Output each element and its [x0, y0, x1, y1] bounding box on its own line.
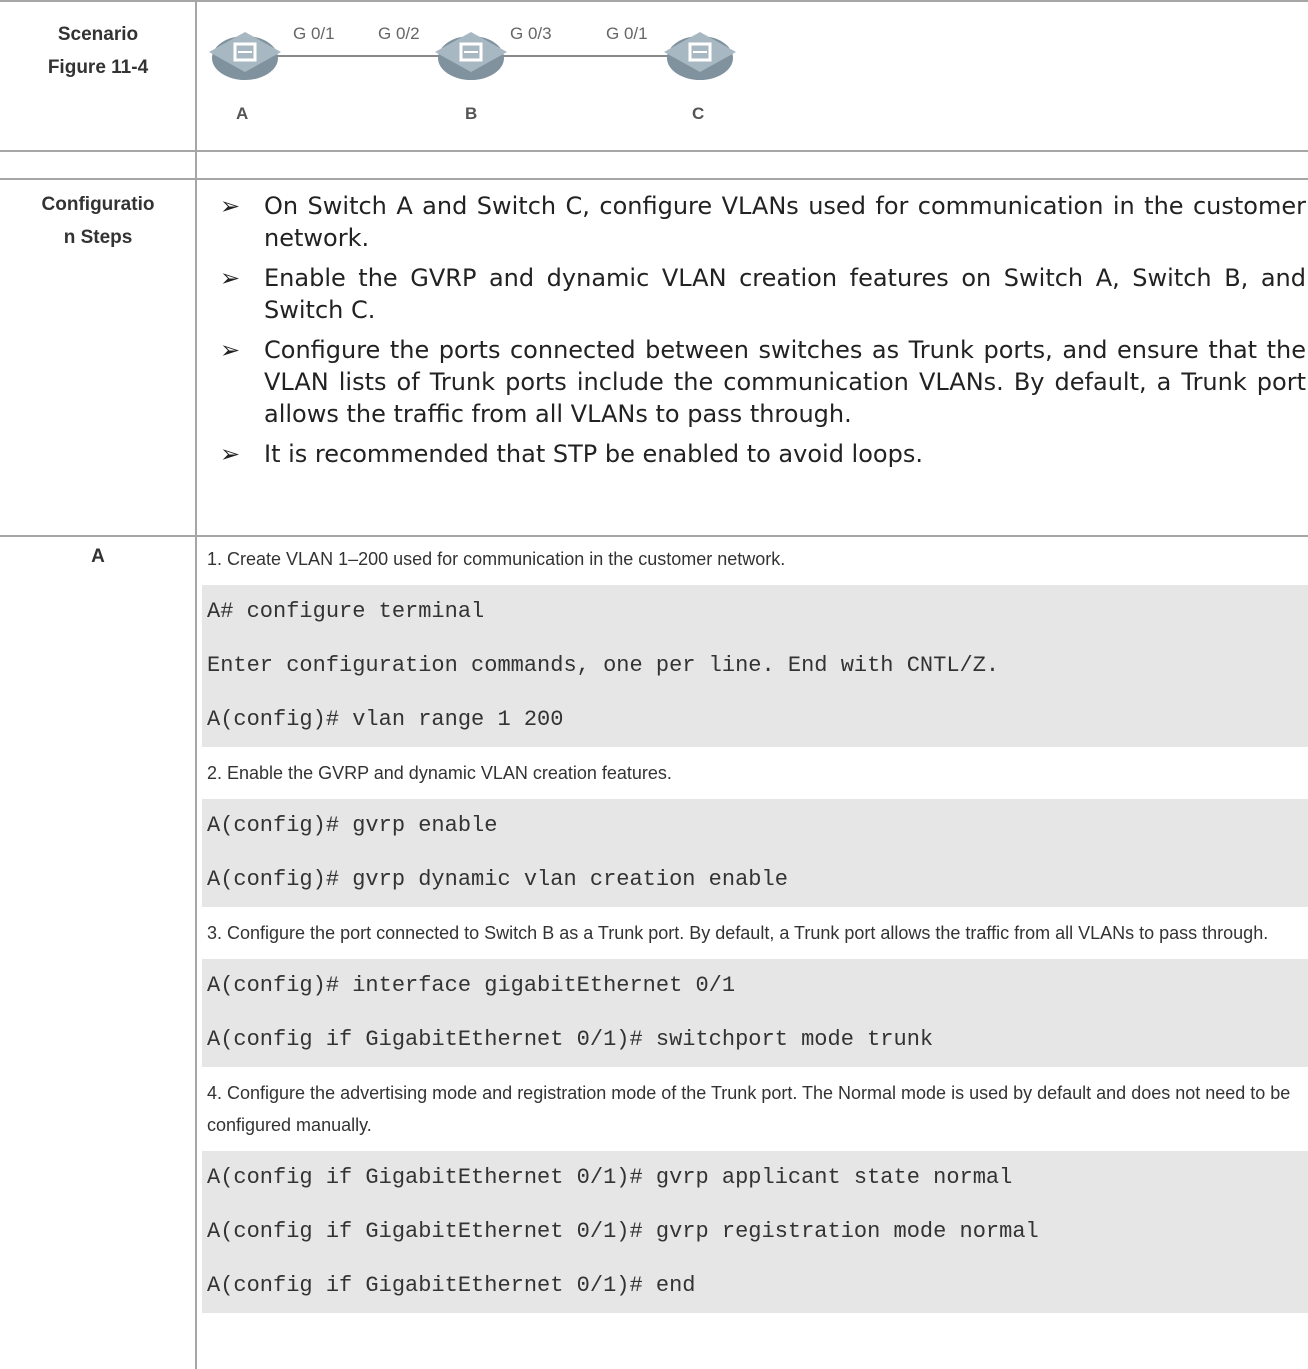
config-step: ➢ It is recommended that STP be enabled t…: [220, 438, 1306, 470]
code-block-3: A(config)# interface gigabitEthernet 0/1…: [202, 959, 1308, 1067]
code-block-1: A# configure terminal Enter configuratio…: [202, 585, 1308, 747]
config-step: ➢ Enable the GVRP and dynamic VLAN creati…: [220, 262, 1306, 326]
scenario-label: Scenario Figure 11-4: [0, 18, 196, 84]
config-step-text: It is recommended that STP be enabled to…: [264, 440, 923, 468]
code-line: A(config if GigabitEthernet 0/1)# gvrp r…: [207, 1219, 1039, 1244]
code-line: A(config if GigabitEthernet 0/1)# switch…: [207, 1027, 934, 1052]
scenario-label-line2: Figure 11-4: [47, 57, 149, 78]
arrow-bullet-icon: ➢: [220, 336, 241, 364]
arrow-bullet-icon: ➢: [220, 192, 241, 220]
step-note-2: 2. Enable the GVRP and dynamic VLAN crea…: [207, 763, 672, 783]
row-divider-config: [0, 535, 1308, 537]
config-steps-label-line1: Configuratio: [41, 194, 155, 215]
config-step-text: Configure the ports connected between sw…: [264, 336, 1306, 428]
device-label-b: B: [465, 104, 478, 123]
port-label-a-g01: G 0/1: [293, 24, 335, 43]
config-step: ➢ On Switch A and Switch C, configure VLA…: [220, 190, 1306, 254]
arrow-bullet-icon: ➢: [220, 264, 241, 292]
scenario-label-line1: Scenario: [57, 24, 139, 45]
device-label-a: A: [236, 104, 249, 123]
code-line: A(config if GigabitEthernet 0/1)# gvrp a…: [207, 1165, 1013, 1190]
code-line: A(config)# gvrp dynamic vlan creation en…: [207, 867, 788, 892]
switch-b-icon: [435, 32, 507, 80]
code-block-4: A(config if GigabitEthernet 0/1)# gvrp a…: [202, 1151, 1308, 1313]
config-steps-list: ➢ On Switch A and Switch C, configure VLA…: [220, 190, 1306, 470]
config-steps-label-line2: n Steps: [63, 227, 133, 248]
row-divider-blank: [0, 178, 1308, 180]
device-a-label: A: [91, 546, 105, 567]
topology-links: [209, 32, 736, 80]
network-topology-figure: G 0/1 G 0/2 G 0/3 G 0/1 A B C: [205, 14, 775, 139]
config-steps-label: Configuratio n Steps: [0, 188, 196, 254]
code-line: A# configure terminal: [207, 599, 485, 624]
switch-c-icon: [664, 32, 736, 80]
config-step-text: On Switch A and Switch C, configure VLAN…: [264, 192, 1306, 252]
code-line: A(config)# interface gigabitEthernet 0/1: [207, 973, 736, 998]
config-step-text: Enable the GVRP and dynamic VLAN creatio…: [264, 264, 1306, 324]
row-divider-scenario: [0, 150, 1308, 152]
code-block-2: A(config)# gvrp enable A(config)# gvrp d…: [202, 799, 1308, 907]
port-label-b-g02: G 0/2: [378, 24, 420, 43]
code-line: A(config)# gvrp enable: [207, 813, 498, 838]
code-line: Enter configuration commands, one per li…: [207, 653, 1000, 678]
port-label-c-g01: G 0/1: [606, 24, 648, 43]
step-note-4: 4. Configure the advertising mode and re…: [207, 1083, 1291, 1135]
step-note-3: 3. Configure the port connected to Switc…: [207, 923, 1269, 943]
device-a-commands: 1. Create VLAN 1–200 used for communicat…: [202, 543, 1308, 1323]
device-label-c: C: [692, 104, 705, 123]
switch-a-icon: [209, 32, 281, 80]
code-line: A(config)# vlan range 1 200: [207, 707, 564, 732]
config-step: ➢ Configure the ports connected between s…: [220, 334, 1306, 430]
step-note-1: 1. Create VLAN 1–200 used for communicat…: [207, 549, 786, 569]
port-label-b-g03: G 0/3: [510, 24, 552, 43]
arrow-bullet-icon: ➢: [220, 440, 241, 468]
code-line: A(config if GigabitEthernet 0/1)# end: [207, 1273, 696, 1298]
